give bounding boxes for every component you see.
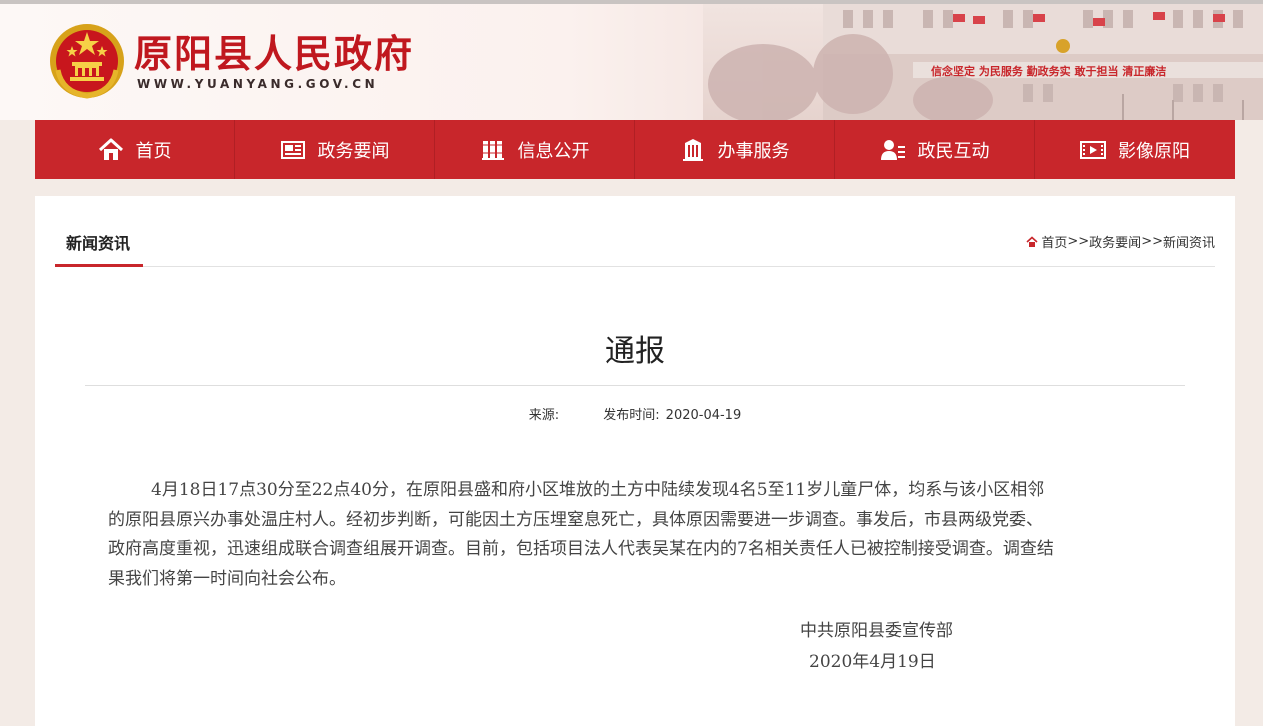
article-meta: 来源: 发布时间: 2020-04-19: [35, 404, 1235, 423]
home-icon: [98, 138, 123, 160]
breadcrumb-home-icon: [1026, 235, 1038, 247]
nav-item-label: 政民互动: [917, 140, 990, 162]
building-icon: [682, 138, 703, 161]
tab-news[interactable]: 新闻资讯: [55, 230, 143, 267]
nav-item-home[interactable]: 首页: [35, 120, 235, 179]
source-label: 来源:: [528, 408, 560, 423]
nav-item-gallery[interactable]: 影像原阳: [1035, 120, 1235, 179]
nav-item-label: 首页: [135, 140, 172, 162]
breadcrumb-home-link[interactable]: 首页: [1041, 232, 1067, 251]
signature-date: 2020年4月19日: [809, 652, 936, 672]
nav-item-label: 办事服务: [717, 140, 790, 162]
content-panel: 新闻资讯 首页 >> 政务要闻 >> 新闻资讯 通报 来源: 发布时间: 2020…: [35, 196, 1235, 726]
user-list-icon: [880, 139, 905, 160]
banner-slogan: 信念坚定 为民服务 勤政务实 敢于担当 清正廉洁: [931, 64, 1166, 78]
books-icon: [481, 140, 504, 160]
nav-item-label: 影像原阳: [1118, 140, 1190, 162]
title-divider: [85, 385, 1185, 386]
date-label: 发布时间:: [603, 408, 660, 423]
nav-item-news[interactable]: 政务要闻: [235, 120, 435, 179]
nav-item-label: 信息公开: [517, 140, 590, 162]
newspaper-icon: [280, 140, 305, 159]
breadcrumb-current-link[interactable]: 新闻资讯: [1163, 232, 1215, 251]
site-url: WWW.YUANYANG.GOV.CN: [137, 77, 379, 91]
breadcrumb-news-link[interactable]: 政务要闻: [1089, 232, 1141, 251]
header-banner: 原阳县人民政府 WWW.YUANYANG.GOV.CN 信念坚定 为民服务 勤政…: [0, 0, 1263, 120]
breadcrumb: 首页 >> 政务要闻 >> 新闻资讯: [1026, 232, 1215, 251]
date-value: 2020-04-19: [665, 408, 742, 423]
nav-item-services[interactable]: 办事服务: [635, 120, 835, 179]
main-nav: 首页 政务要闻 信息公开 办事服务 政民互动 影像原阳: [35, 120, 1235, 179]
nav-item-interaction[interactable]: 政民互动: [835, 120, 1035, 179]
article-title: 通报: [605, 334, 665, 369]
film-icon: [1080, 140, 1106, 159]
site-title[interactable]: 原阳县人民政府: [134, 32, 414, 76]
government-building-image: 信念坚定 为民服务 勤政务实 敢于担当 清正廉洁: [703, 4, 1263, 120]
section-tabbar: 新闻资讯 首页 >> 政务要闻 >> 新闻资讯: [55, 196, 1215, 267]
national-emblem-icon: [50, 24, 124, 99]
signature-org: 中共原阳县委宣传部: [800, 621, 953, 641]
nav-item-label: 政务要闻: [317, 140, 390, 162]
breadcrumb-separator: >>: [1067, 234, 1090, 249]
article-body: 4月18日17点30分至22点40分，在原阳县盛和府小区堆放的土方中陆续发现4名…: [108, 480, 1054, 589]
breadcrumb-separator: >>: [1141, 234, 1163, 249]
nav-item-info-disclosure[interactable]: 信息公开: [435, 120, 635, 179]
